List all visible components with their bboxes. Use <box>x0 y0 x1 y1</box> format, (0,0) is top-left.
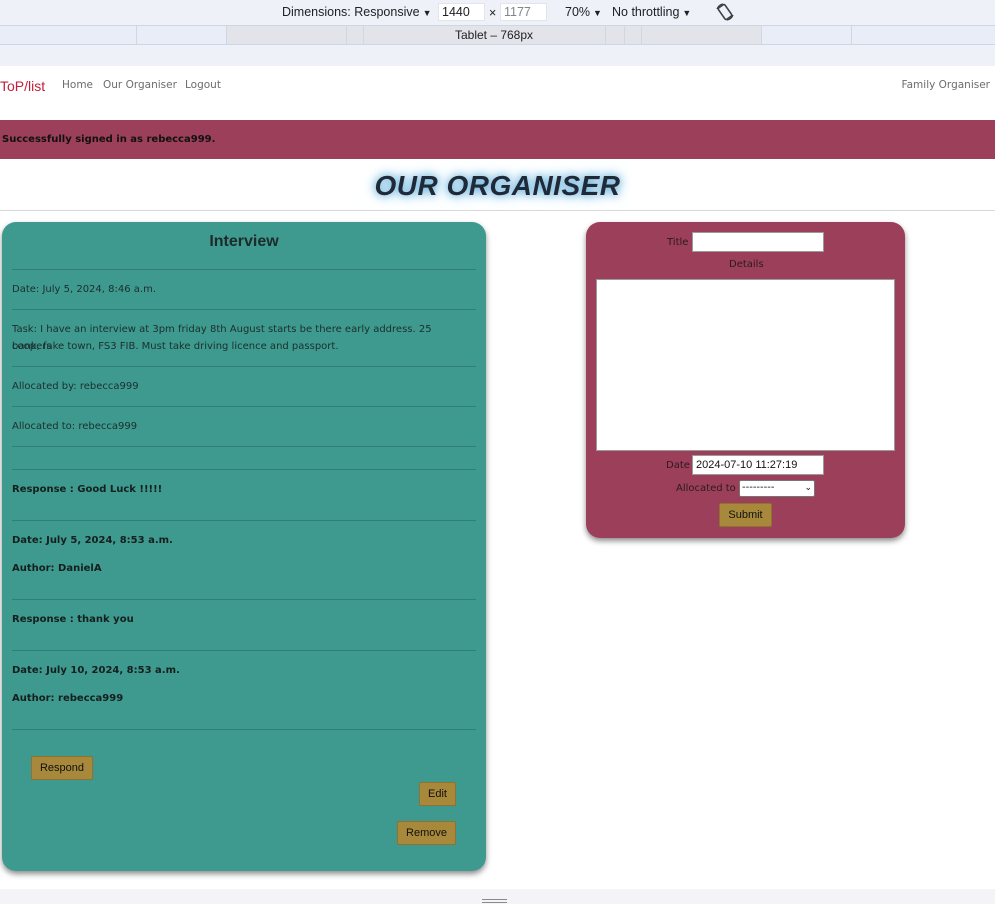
dimensions-dropdown[interactable]: Dimensions: Responsive ▼ <box>282 5 431 19</box>
breakpoint-segment[interactable] <box>851 26 995 44</box>
date-input[interactable]: 2024-07-10 11:27:19 <box>692 455 824 475</box>
divider <box>12 446 476 447</box>
allocated-to: Allocated to: rebecca999 <box>12 421 138 432</box>
allocated-to-select[interactable]: --------- ⌄ <box>739 480 815 497</box>
media-query-bar: Tablet – 768px <box>0 25 995 45</box>
resize-bar[interactable] <box>0 889 995 904</box>
response-date: Date: July 5, 2024, 8:53 a.m. <box>12 535 173 546</box>
divider <box>12 269 476 270</box>
site-tagline: Family Organiser <box>901 79 990 91</box>
divider <box>12 366 476 367</box>
navbar: ToP/list Home Our Organiser Logout Famil… <box>0 66 995 120</box>
resize-grip-icon[interactable] <box>482 902 507 903</box>
chevron-down-icon: ▼ <box>422 8 432 18</box>
devtools-device-toolbar: Dimensions: Responsive ▼ 1440 × 1177 70% ▼… <box>0 0 995 25</box>
breakpoint-segment[interactable] <box>363 26 383 44</box>
alert-message: Successfully signed in as rebecca999. <box>2 134 216 145</box>
allocated-to-value: --------- <box>742 482 775 493</box>
times-sign: × <box>489 6 497 20</box>
breakpoint-segment[interactable] <box>641 26 761 44</box>
ruler-bar <box>0 45 995 66</box>
dimensions-label: Dimensions: Responsive <box>282 5 420 19</box>
zoom-label: 70% <box>565 5 591 19</box>
date-label: Date <box>666 460 690 471</box>
throttling-dropdown[interactable]: No throttling ▼ <box>612 5 691 19</box>
throttling-label: No throttling <box>612 5 680 19</box>
divider <box>12 729 476 730</box>
task-card: Interview Date: July 5, 2024, 8:46 a.m. … <box>2 222 486 871</box>
tablet-breakpoint-label[interactable]: Tablet – 768px <box>383 26 605 44</box>
divider <box>12 599 476 600</box>
success-alert: Successfully signed in as rebecca999. <box>0 120 995 159</box>
height-input[interactable]: 1177 <box>500 3 547 21</box>
nav-link-home[interactable]: Home <box>62 79 93 91</box>
divider <box>12 406 476 407</box>
devtools-toolbar: Dimensions: Responsive ▼ 1440 × 1177 70% ▼… <box>0 0 995 66</box>
divider <box>12 469 476 470</box>
response-text: Response : thank you <box>12 614 134 625</box>
title-input[interactable] <box>692 232 824 252</box>
allocated-to-label: Allocated to <box>676 483 736 494</box>
response-text: Response : Good Luck !!!!! <box>12 484 163 495</box>
submit-button[interactable]: Submit <box>719 503 772 527</box>
remove-button[interactable]: Remove <box>397 821 456 845</box>
edit-button[interactable]: Edit <box>419 782 456 806</box>
task-title: Interview <box>209 233 279 250</box>
divider <box>12 520 476 521</box>
add-task-form: Title Details Date 2024-07-10 11:27:19 A… <box>586 222 905 538</box>
rotate-icon[interactable] <box>714 2 736 22</box>
breakpoint-segment[interactable] <box>226 26 346 44</box>
task-description-line-2: bank, fake town, FS3 FIB. Must take driv… <box>12 341 339 352</box>
resize-grip-icon[interactable] <box>482 899 507 900</box>
chevron-down-icon: ▼ <box>682 8 692 18</box>
nav-link-logout[interactable]: Logout <box>185 79 221 91</box>
divider <box>0 210 995 211</box>
title-label: Title <box>667 237 689 248</box>
breakpoint-segment[interactable] <box>605 26 624 44</box>
breakpoint-segment[interactable] <box>346 26 363 44</box>
details-label: Details <box>729 259 764 270</box>
respond-button[interactable]: Respond <box>31 756 93 780</box>
breakpoint-segment[interactable] <box>624 26 641 44</box>
divider <box>12 650 476 651</box>
response-author: Author: rebecca999 <box>12 693 124 704</box>
nav-link-our-organiser[interactable]: Our Organiser <box>103 79 177 91</box>
breakpoint-segment[interactable] <box>761 26 851 44</box>
brand-logo[interactable]: ToP/list <box>0 78 45 94</box>
task-date: Date: July 5, 2024, 8:46 a.m. <box>12 284 156 295</box>
chevron-down-icon: ⌄ <box>804 483 812 493</box>
response-date: Date: July 10, 2024, 8:53 a.m. <box>12 665 180 676</box>
width-input[interactable]: 1440 <box>438 3 485 21</box>
details-textarea[interactable] <box>596 279 895 451</box>
response-author: Author: DanielA <box>12 563 102 574</box>
chevron-down-icon: ▼ <box>593 8 602 18</box>
divider <box>12 309 476 310</box>
breakpoint-segment[interactable] <box>136 26 226 44</box>
page-title: OUR ORGANISER <box>374 170 621 201</box>
allocated-by: Allocated by: rebecca999 <box>12 381 139 392</box>
zoom-dropdown[interactable]: 70% ▼ <box>565 5 602 19</box>
